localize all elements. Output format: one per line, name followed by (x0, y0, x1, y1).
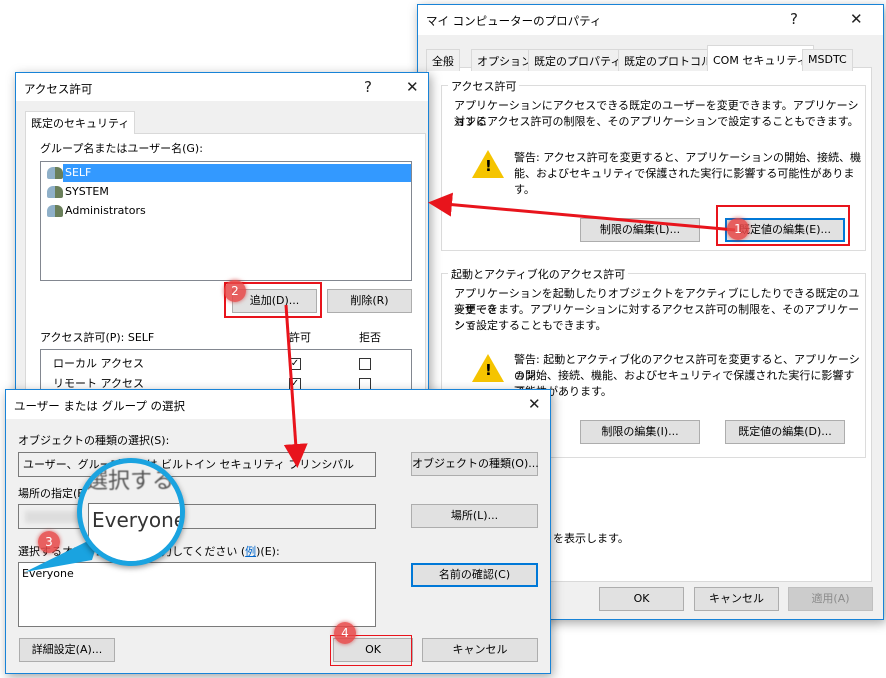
arrow-1 (428, 192, 736, 232)
step-badge: 4 (334, 622, 356, 644)
step-badge: 2 (224, 280, 246, 302)
arrow-2 (283, 304, 308, 468)
step-badge: 3 (38, 531, 60, 553)
magnified-text: Everyone (88, 503, 180, 561)
step-badge: 1 (727, 218, 749, 240)
magnified-label: 選択する (86, 469, 175, 494)
annotation-arrows (25, 192, 736, 572)
magnifier: 選択する Everyone (77, 458, 185, 566)
